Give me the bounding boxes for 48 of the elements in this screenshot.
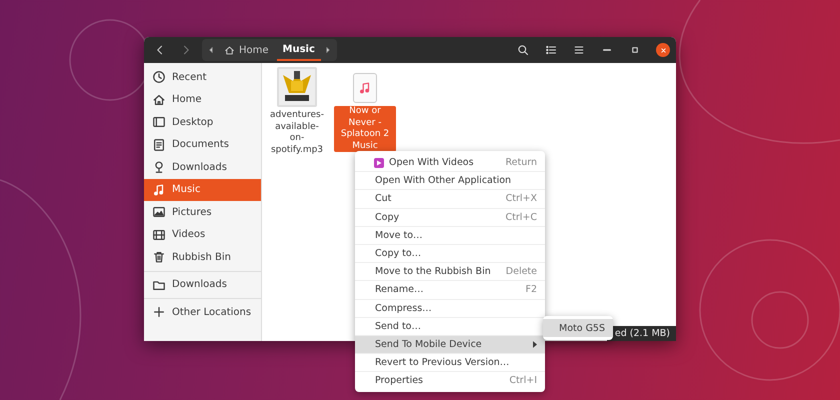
desktop-icon bbox=[152, 115, 166, 130]
menu-item[interactable]: Rename… F2 bbox=[355, 281, 545, 300]
sidebar-item[interactable]: Documents bbox=[144, 134, 261, 156]
sidebar-item[interactable]: Desktop bbox=[144, 111, 261, 134]
video-player-icon bbox=[374, 158, 384, 168]
search-icon bbox=[517, 44, 529, 56]
bin-icon bbox=[152, 250, 166, 264]
menu-item[interactable]: Moto G5S bbox=[543, 319, 613, 337]
sidebar-item[interactable]: Pictures bbox=[144, 201, 261, 224]
menu-item[interactable]: Revert to Previous Version… bbox=[355, 354, 545, 372]
sidebar-item[interactable]: Home bbox=[144, 88, 261, 111]
close-button[interactable] bbox=[656, 43, 670, 57]
menu-item[interactable]: Cut Ctrl+X bbox=[355, 190, 545, 209]
path-crumb[interactable]: Music bbox=[276, 39, 321, 61]
film-icon bbox=[152, 228, 166, 242]
sidebar-item[interactable]: Recent bbox=[144, 66, 261, 88]
document-icon bbox=[152, 138, 166, 152]
sidebar-item[interactable]: Downloads bbox=[144, 156, 261, 178]
list-view-icon bbox=[545, 44, 557, 56]
menu-item[interactable]: Open With Videos Return bbox=[355, 154, 545, 172]
minimize-icon bbox=[603, 49, 611, 51]
menu-item[interactable]: Compress… bbox=[355, 300, 545, 318]
menu-item[interactable]: Properties Ctrl+I bbox=[355, 372, 545, 390]
maximize-icon bbox=[629, 44, 641, 56]
file-name[interactable]: adventures-available-on-spotify.mp3 bbox=[266, 110, 328, 156]
home-icon bbox=[224, 44, 235, 56]
music-note-icon bbox=[152, 182, 166, 197]
path-crumb[interactable]: Home bbox=[218, 39, 275, 61]
menu-item[interactable]: Move to the Rubbish Bin Delete bbox=[355, 263, 545, 282]
sidebar-item[interactable]: Music bbox=[144, 178, 261, 201]
home-icon bbox=[152, 92, 166, 107]
menu-item[interactable]: Open With Other Application bbox=[355, 172, 545, 190]
plus-icon bbox=[152, 305, 166, 320]
sidebar-item[interactable]: Downloads bbox=[144, 274, 261, 296]
close-icon bbox=[658, 46, 668, 54]
menu-item[interactable]: Copy to… bbox=[355, 244, 545, 264]
clock-icon bbox=[152, 70, 166, 84]
music-note-icon bbox=[358, 81, 372, 95]
picture-icon bbox=[152, 205, 166, 220]
sidebar-item[interactable]: Other Locations bbox=[144, 301, 261, 324]
menu-item[interactable]: Send To Mobile Device bbox=[355, 336, 545, 354]
menu-item[interactable]: Copy Ctrl+C bbox=[355, 208, 545, 227]
menu-item[interactable]: Move to… bbox=[355, 226, 545, 245]
sidebar-item[interactable]: Rubbish Bin bbox=[144, 246, 261, 268]
status-text: ed (2.1 MB) bbox=[606, 326, 676, 341]
menu-icon bbox=[573, 44, 585, 56]
file-name[interactable]: Now or Never - Splatoon 2 Music bbox=[334, 106, 396, 152]
sidebar-item[interactable]: Videos bbox=[144, 224, 261, 246]
